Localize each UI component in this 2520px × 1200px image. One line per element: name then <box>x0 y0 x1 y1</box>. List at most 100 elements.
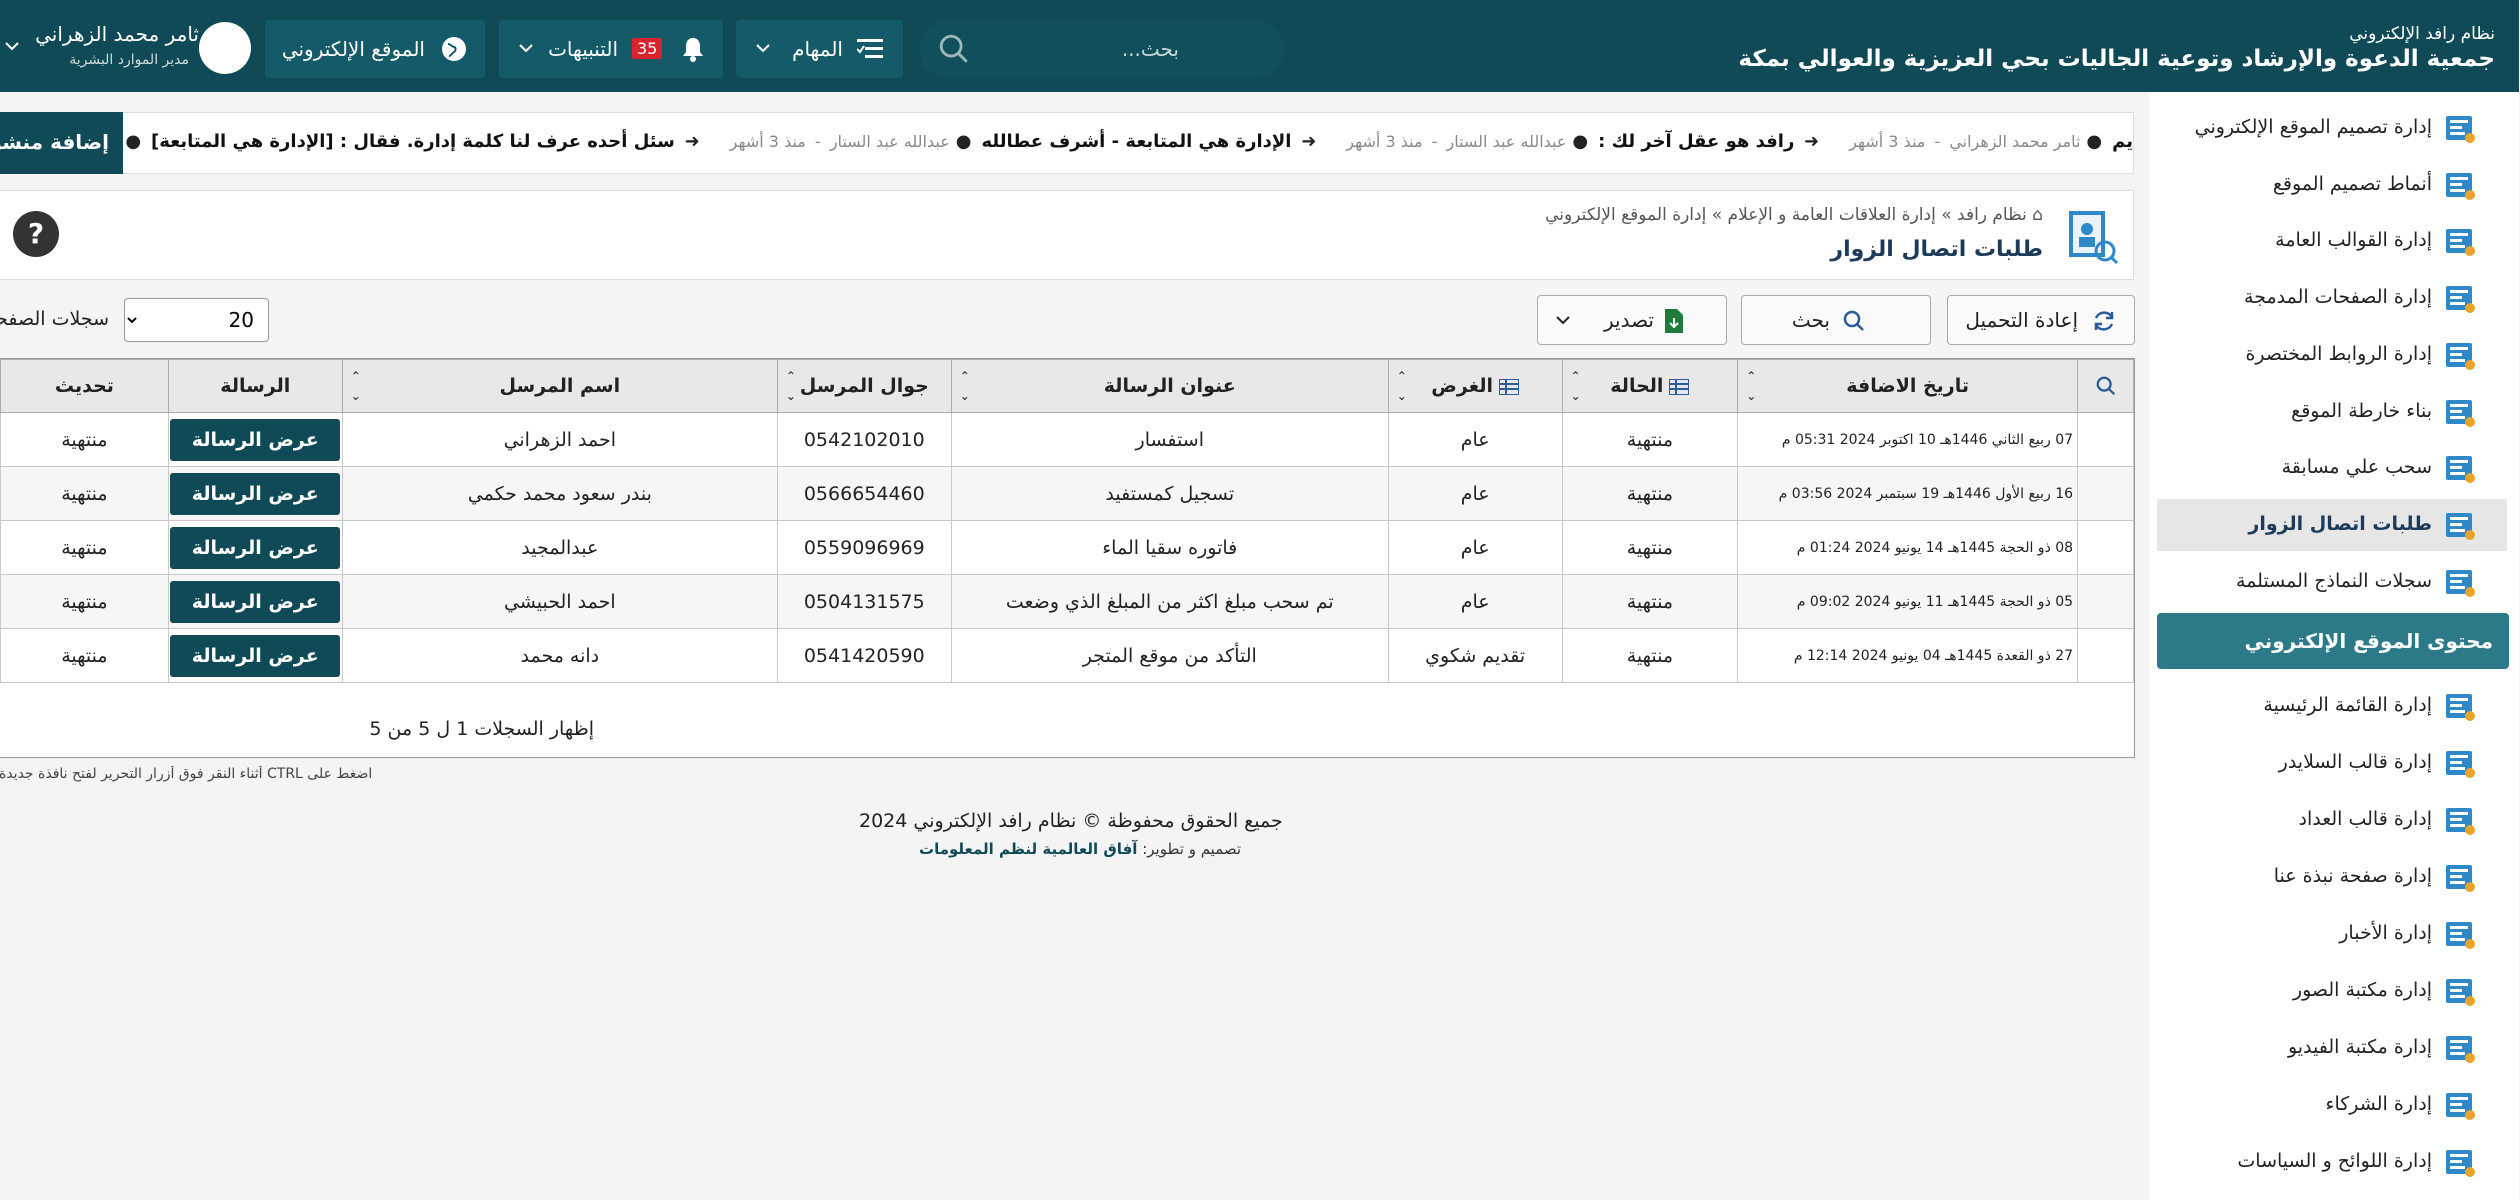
sidebar-item-pages[interactable]: إدارة الصفحات المدمجة <box>2158 272 2508 324</box>
ticker-author: عبدالله عبد الستار <box>830 132 951 151</box>
user-name[interactable]: ثامر محمد الزهراني <box>36 22 200 46</box>
notifications-count-badge: 35 <box>633 38 664 59</box>
ticker-item[interactable]: يم ● ثامر محمد الزهراني - منذ 3 أشهر <box>1820 131 2134 152</box>
sidebar-item-link[interactable]: إدارة الروابط المختصرة <box>2158 329 2508 381</box>
sidebar-item-counter[interactable]: إدارة قالب العداد <box>2158 794 2508 846</box>
table-row: 05 ذو الحجة 1445هـ 11 يونيو 2024 09:02 م… <box>1 574 2135 629</box>
sidebar-item-contest[interactable]: سحب علي مسابقة <box>2158 442 2508 494</box>
sidebar-item-palette[interactable]: أنماط تصميم الموقع <box>2158 159 2508 211</box>
global-search[interactable] <box>920 20 1285 78</box>
column-header-sender[interactable]: اسم المرسل ⌃ ⌄ <box>342 359 779 413</box>
search-button[interactable]: بحث <box>1742 295 1932 345</box>
sidebar-item-about[interactable]: إدارة صفحة نبذة عنا <box>2158 851 2508 903</box>
status-cell: منتهية <box>1562 628 1740 683</box>
purpose-cell: عام <box>1388 574 1564 629</box>
export-button[interactable]: تصدير <box>1538 295 1728 345</box>
sidebar-item-policies[interactable]: إدارة اللوائح و السياسات <box>2158 1136 2508 1188</box>
records-per-page-select[interactable]: 20 <box>125 298 270 342</box>
sort-arrows-icon[interactable]: ⌃ ⌄ <box>787 366 797 406</box>
status-cell: منتهية <box>1562 412 1740 467</box>
column-header-subject[interactable]: عنوان الرسالة ⌃ ⌄ <box>951 359 1390 413</box>
purpose-cell: عام <box>1388 466 1564 521</box>
column-label: الرسالة <box>221 375 292 397</box>
sidebar-item-partners[interactable]: إدارة الشركاء <box>2158 1079 2508 1131</box>
bell-icon <box>684 38 704 62</box>
user-menu-chevron-icon[interactable] <box>6 42 20 52</box>
view-message-button[interactable]: عرض الرسالة <box>171 472 342 515</box>
about-icon <box>2447 865 2476 892</box>
view-message-button[interactable]: عرض الرسالة <box>171 580 342 623</box>
search-icon[interactable] <box>938 32 972 66</box>
news-ticker: يم●ثامر محمد الزهراني - منذ 3 أشهر➜ رافد… <box>0 112 2135 174</box>
sidebar-item-template[interactable]: إدارة القوالب العامة <box>2158 215 2508 267</box>
sidebar-item-label: إدارة القوالب العامة <box>2276 229 2433 252</box>
search-icon[interactable] <box>2096 375 2118 397</box>
sidebar-section-website-content[interactable]: محتوى الموقع الإلكتروني <box>2158 613 2510 669</box>
sidebar-item-video[interactable]: إدارة مكتبة الفيديو <box>2158 1022 2508 1074</box>
sidebar-item-photos[interactable]: إدارة مكتبة الصور <box>2158 965 2508 1017</box>
breadcrumb-item[interactable]: إدارة الموقع الإلكتروني <box>1546 205 1707 225</box>
avatar[interactable] <box>200 22 252 74</box>
message-cell: عرض الرسالة <box>168 574 344 629</box>
ticker-item[interactable]: ➜ الإدارة هي المتابعة - أشرف عطالله ● عبدا… <box>701 131 1318 152</box>
website-button[interactable]: الموقع الإلكتروني <box>266 20 486 78</box>
sort-arrows-icon[interactable]: ⌃ ⌄ <box>352 366 362 406</box>
notifications-button[interactable]: 35 التنبيهات <box>500 20 724 78</box>
column-search-header[interactable] <box>2078 359 2135 413</box>
user-icon: ● <box>2087 131 2104 152</box>
help-button[interactable]: ? <box>14 211 60 257</box>
message-cell: عرض الرسالة <box>168 628 344 683</box>
sidebar-item-forms[interactable]: سجلات النماذج المستلمة <box>2158 556 2508 608</box>
sidebar-item-design[interactable]: إدارة تصميم الموقع الإلكتروني <box>2158 102 2508 154</box>
sidebar-item-slider[interactable]: إدارة قالب السلايدر <box>2158 737 2508 789</box>
subject-cell: فاتوره سقيا الماء <box>951 520 1390 575</box>
sidebar-item-label: إدارة قالب العداد <box>2299 808 2434 830</box>
breadcrumb-item[interactable]: نظام رافد <box>1958 205 2028 225</box>
table-grid-icon <box>1500 378 1521 395</box>
view-message-button[interactable]: عرض الرسالة <box>171 418 342 461</box>
column-header-status[interactable]: الحالة ⌃ ⌄ <box>1562 359 1740 413</box>
design-credit-company[interactable]: آفاق العالمية لنظم المعلومات <box>920 840 1138 858</box>
sidebar-item-menu[interactable]: إدارة القائمة الرئيسية <box>2158 680 2508 732</box>
sort-arrows-icon[interactable]: ⌃ ⌄ <box>1747 366 1757 406</box>
column-label: عنوان الرسالة <box>1104 375 1237 397</box>
column-header-date[interactable]: تاريخ الاضافة ⌃ ⌄ <box>1738 359 2080 413</box>
sort-arrows-icon[interactable]: ⌃ ⌄ <box>961 366 971 406</box>
sort-arrows-icon[interactable]: ⌃ ⌄ <box>1572 366 1582 406</box>
sidebar-item-news[interactable]: إدارة الأخبار <box>2158 908 2508 960</box>
breadcrumb: ⌂ نظام رافد » إدارة العلاقات العامة و ال… <box>1546 205 2044 225</box>
column-header-mobile[interactable]: جوال المرسل ⌃ ⌄ <box>777 359 953 413</box>
column-label: جوال المرسل <box>800 375 930 397</box>
column-label: تحديث <box>55 375 115 397</box>
home-icon[interactable]: ⌂ <box>2033 205 2044 225</box>
user-icon: ● <box>1573 131 1590 152</box>
column-header-purpose[interactable]: الغرض ⌃ ⌄ <box>1388 359 1564 413</box>
ticker-author: ثامر محمد الزهراني <box>1950 132 2082 151</box>
video-icon <box>2447 1036 2476 1063</box>
sidebar-item-contact-requests[interactable]: طلبات اتصال الزوار <box>2158 498 2508 551</box>
sidebar-item-label: إدارة الأخبار <box>2340 922 2433 944</box>
reload-button[interactable]: إعادة التحميل <box>1948 295 2136 345</box>
palette-icon <box>2447 172 2476 200</box>
breadcrumb-separator: » <box>1942 205 1953 225</box>
sort-arrows-icon[interactable]: ⌃ ⌄ <box>1398 366 1408 406</box>
breadcrumb-item[interactable]: إدارة العلاقات العامة و الإعلام <box>1729 205 1937 225</box>
message-cell: عرض الرسالة <box>168 520 344 575</box>
search-input[interactable] <box>990 30 1180 68</box>
view-message-button[interactable]: عرض الرسالة <box>171 526 342 569</box>
table-grid-icon <box>1670 378 1691 395</box>
ticker-item[interactable]: ➜ رافد هو عقل آخر لك : ● عبدالله عبد الستا… <box>1317 131 1820 152</box>
view-message-button[interactable]: عرض الرسالة <box>171 634 342 677</box>
sidebar-item-sitemap[interactable]: بناء خارطة الموقع <box>2158 386 2508 438</box>
sidebar-item-label: سجلات النماذج المستلمة <box>2237 569 2433 592</box>
tasks-button[interactable]: المهام <box>737 20 904 78</box>
counter-icon <box>2447 808 2476 835</box>
sidebar-item-label: إدارة صفحة نبذة عنا <box>2274 865 2433 887</box>
partners-icon <box>2447 1093 2476 1120</box>
sidebar-item-label: أنماط تصميم الموقع <box>2273 172 2433 195</box>
top-bar: نظام رافد الإلكتروني جمعية الدعوة والإرش… <box>0 0 2520 92</box>
website-label: الموقع الإلكتروني <box>282 37 426 61</box>
sender-cell: عبدالمجيد <box>342 520 779 575</box>
add-post-button[interactable]: إضافة منشور <box>0 112 124 174</box>
sender-cell: احمد الحبيشي <box>342 574 779 629</box>
